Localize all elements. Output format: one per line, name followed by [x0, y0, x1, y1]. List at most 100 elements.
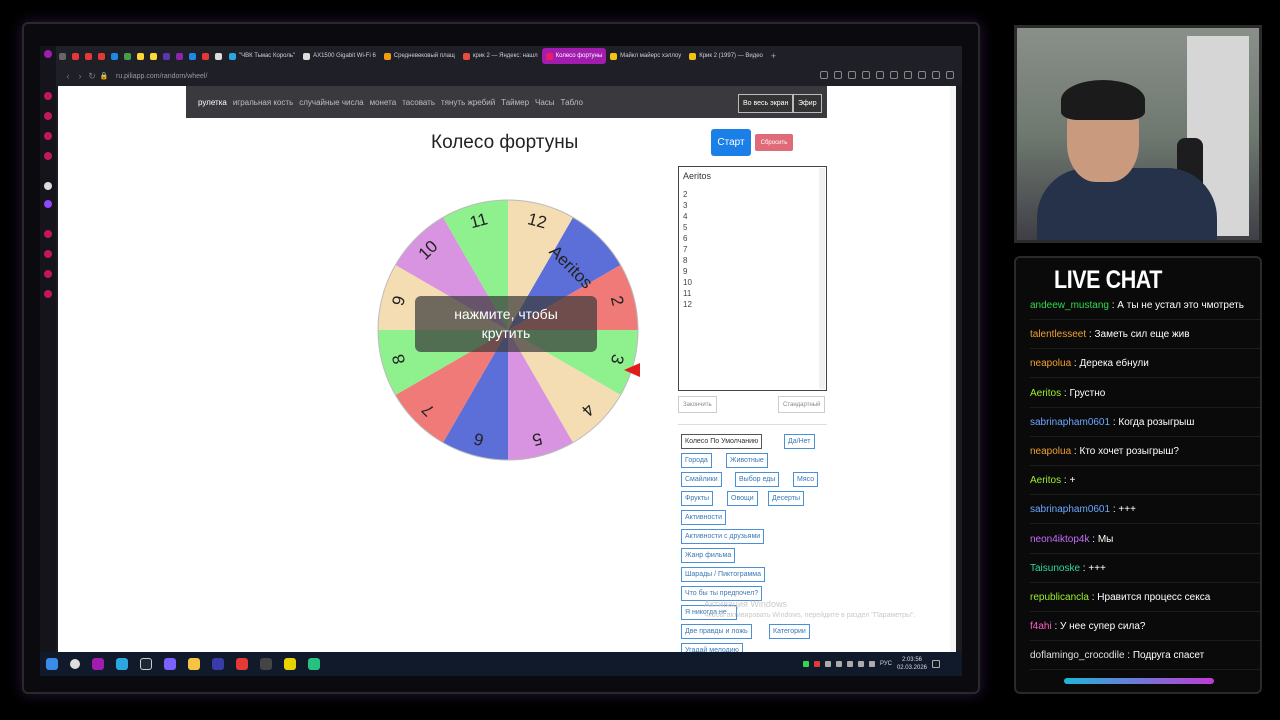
tray-icon[interactable]: [846, 661, 853, 667]
app-icon[interactable]: [202, 52, 209, 60]
standard-button[interactable]: Стандартный: [778, 396, 826, 413]
chat-username[interactable]: andeew_mustang: [1030, 300, 1109, 311]
sidebar-app-icon[interactable]: [44, 92, 52, 100]
folder-icon[interactable]: [188, 658, 200, 670]
notification-icon[interactable]: [932, 660, 940, 668]
chat-username[interactable]: sabrinapham0601: [1030, 504, 1110, 515]
page-scrollbar[interactable]: [950, 86, 956, 652]
menu-icon[interactable]: [946, 71, 954, 79]
preset-fruits[interactable]: Фрукты: [681, 491, 714, 506]
app-icon[interactable]: [111, 52, 118, 60]
preset-food-choice[interactable]: Выбор еды: [735, 472, 780, 487]
sidebar-app-icon[interactable]: [44, 152, 52, 160]
chat-username[interactable]: Taisunoske: [1030, 563, 1080, 574]
nav-random-numbers[interactable]: случайные числа: [299, 98, 363, 107]
volume-icon[interactable]: [868, 661, 875, 667]
twitch-icon[interactable]: [44, 200, 52, 208]
new-tab-icon[interactable]: +: [771, 51, 776, 61]
fullscreen-button[interactable]: Во весь экран: [738, 94, 794, 113]
extension-icon[interactable]: [890, 71, 898, 79]
language-indicator[interactable]: РУС: [880, 661, 892, 667]
preset-movie-genre[interactable]: Жанр фильма: [681, 548, 736, 563]
app-icon[interactable]: [124, 52, 131, 60]
tab-4-active[interactable]: Колесо фортуны: [541, 48, 607, 64]
back-icon[interactable]: ‹: [62, 71, 74, 81]
preset-cities[interactable]: Города: [681, 453, 712, 468]
opera-logo-icon[interactable]: [44, 50, 52, 58]
app-taskbar-icon[interactable]: [164, 658, 176, 670]
mail-icon[interactable]: [59, 52, 66, 60]
tray-icon[interactable]: [824, 661, 831, 667]
start-icon[interactable]: [46, 658, 58, 670]
history-icon[interactable]: [44, 250, 52, 258]
nav-clock[interactable]: Часы: [535, 98, 555, 107]
app-icon[interactable]: [150, 52, 157, 60]
preset-activities-friends[interactable]: Активности с друзьями: [681, 529, 765, 544]
wifi-icon[interactable]: [857, 661, 864, 667]
chat-username[interactable]: neapolua: [1030, 358, 1071, 369]
app-icon[interactable]: [137, 52, 144, 60]
nav-dice[interactable]: игральная кость: [233, 98, 293, 107]
app-taskbar-icon[interactable]: [308, 658, 320, 670]
tray-icon[interactable]: [802, 661, 809, 667]
reload-icon[interactable]: ↻: [86, 71, 98, 82]
preset-activities[interactable]: Активности: [681, 510, 727, 525]
steam-icon[interactable]: [140, 658, 152, 670]
chat-username[interactable]: f4ahi: [1030, 621, 1052, 632]
chat-username[interactable]: neapolua: [1030, 446, 1071, 457]
tab-5[interactable]: Майкл майерс хэллоу: [606, 48, 685, 64]
chat-username[interactable]: doflamingo_crocodile: [1030, 650, 1125, 661]
profile-icon[interactable]: [932, 71, 940, 79]
nav-timer[interactable]: Таймер: [501, 98, 529, 107]
screenshot-icon[interactable]: [834, 71, 842, 79]
preset-vegetables[interactable]: Овощи: [727, 491, 758, 506]
tab-0[interactable]: "ЧВК Тьмас Король": [225, 48, 299, 64]
url-field[interactable]: ru.piliapp.com/random/wheel/: [116, 73, 207, 80]
chat-username[interactable]: Aeritos: [1030, 475, 1061, 486]
youtube-icon[interactable]: [72, 52, 79, 60]
clock[interactable]: 2:03:56 02.03.2026: [897, 656, 927, 672]
app-taskbar-icon[interactable]: [236, 658, 248, 670]
youtube-icon[interactable]: [98, 52, 105, 60]
spin-overlay[interactable]: нажмите, чтобы крутить: [415, 296, 597, 352]
wallet-icon[interactable]: [918, 71, 926, 79]
start-button[interactable]: Старт: [711, 129, 751, 156]
finish-button[interactable]: Закончить: [678, 396, 717, 413]
preset-animals[interactable]: Животные: [726, 453, 768, 468]
sidebar-app-icon[interactable]: [44, 230, 52, 238]
tab-1[interactable]: AX1500 Gigabit Wi-Fi 6: [299, 48, 380, 64]
entries-textarea[interactable]: Aeritos 2 3 4 5 6 7 8 9 10 11 12: [678, 166, 827, 391]
forward-icon[interactable]: ›: [74, 71, 86, 81]
chat-username[interactable]: sabrinapham0601: [1030, 417, 1110, 428]
app-icon[interactable]: [189, 52, 196, 60]
nav-roulette[interactable]: рулетка: [198, 98, 227, 107]
app-icon[interactable]: [163, 52, 170, 60]
obs-icon[interactable]: [260, 658, 272, 670]
tab-2[interactable]: Средневековый плащ: [380, 48, 459, 64]
settings-icon[interactable]: [44, 290, 52, 298]
app-icon[interactable]: [176, 52, 183, 60]
chat-username[interactable]: talentlesseet: [1030, 329, 1086, 340]
chat-username[interactable]: republicancla: [1030, 592, 1089, 603]
entries-scrollbar[interactable]: [819, 168, 825, 389]
chat-username[interactable]: neon4iktop4k: [1030, 534, 1090, 545]
play-icon[interactable]: [848, 71, 856, 79]
sidebar-app-icon[interactable]: [44, 112, 52, 120]
nav-scoreboard[interactable]: Табло: [561, 98, 583, 107]
bookmark-icon[interactable]: [862, 71, 870, 79]
tray-icon[interactable]: [835, 661, 842, 667]
preset-charades[interactable]: Шарады / Пиктограмма: [681, 567, 766, 582]
sidebar-ai-icon[interactable]: [44, 182, 52, 190]
sidebar-app-icon[interactable]: [44, 132, 52, 140]
tray-icon[interactable]: [813, 661, 820, 667]
tab-3[interactable]: крик 2 — Яндекс: нашл: [459, 48, 542, 64]
preset-desserts[interactable]: Десерты: [768, 491, 805, 506]
nav-coin[interactable]: монета: [370, 98, 397, 107]
preset-categories[interactable]: Категории: [769, 624, 810, 639]
broadcast-button[interactable]: Эфир: [793, 94, 822, 113]
preset-guess-melody[interactable]: Угадай мелодию: [681, 643, 743, 652]
sidebar-app-icon[interactable]: [44, 270, 52, 278]
preset-two-truths[interactable]: Две правды и ложь: [681, 624, 752, 639]
download-icon[interactable]: [904, 71, 912, 79]
app-icon[interactable]: [215, 52, 222, 60]
